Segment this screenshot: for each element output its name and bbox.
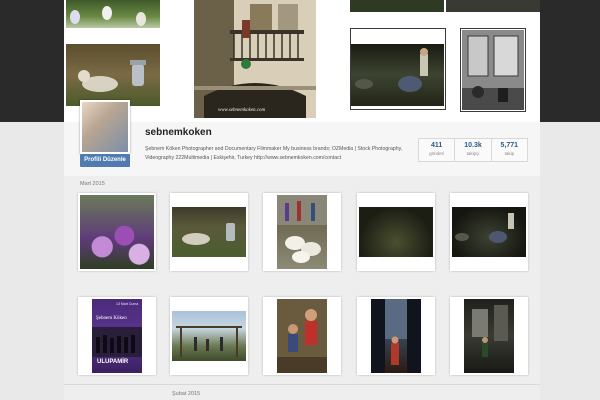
cover-frame-line xyxy=(350,28,446,110)
photo-card[interactable] xyxy=(263,193,341,271)
tulip-shape xyxy=(102,6,112,20)
balcony-illustration xyxy=(194,0,316,118)
bio-text: Şebnem Köken Photographer and Documentar… xyxy=(145,146,403,161)
avatar[interactable] xyxy=(80,100,130,154)
photo-card[interactable] xyxy=(450,193,528,271)
stat-followers[interactable]: 10.3k takipçi xyxy=(455,139,492,161)
sheep-illustration xyxy=(277,195,327,263)
photo-card[interactable] xyxy=(357,193,435,271)
doorway-illustration xyxy=(371,299,421,373)
dog-grass-illustration xyxy=(182,223,235,245)
edit-profile-button[interactable]: Profili Düzenle xyxy=(80,154,130,167)
cover-gap xyxy=(66,28,160,44)
cover-watermark: www.sebnemkoken.com xyxy=(218,108,266,113)
photo-tulips xyxy=(80,195,154,269)
cover-gap xyxy=(350,12,540,28)
profile-stats: 411 gönderi 10.3k takipçi 5,771 takip xyxy=(418,138,528,162)
poster-subtitle: ULUPAMİR xyxy=(97,359,129,365)
tulip-shape xyxy=(136,12,146,26)
cover-gap xyxy=(160,0,194,118)
cover-photo-tulips[interactable] xyxy=(66,0,160,28)
month-heading: Şubat 2015 xyxy=(172,391,201,397)
cover-photo-top-middle[interactable] xyxy=(350,0,444,12)
man-dog-small-illustration xyxy=(455,213,514,243)
photo-event-poster: 13 Mart Cuma Şebnem Köken ULUPAMİR xyxy=(92,299,142,373)
children-illustration xyxy=(277,299,327,373)
stat-posts-count: 411 xyxy=(431,142,443,149)
stat-following-count: 5,771 xyxy=(500,142,519,149)
photo-man-dog xyxy=(452,207,526,257)
stat-followers-count: 10.3k xyxy=(464,142,482,149)
section-divider xyxy=(64,384,540,385)
poster-top-text: 13 Mart Cuma xyxy=(116,302,139,306)
photo-card[interactable] xyxy=(263,297,341,375)
dog-illustration xyxy=(78,60,146,92)
photo-card[interactable]: 13 Mart Cuma Şebnem Köken ULUPAMİR xyxy=(78,297,156,375)
photo-dog-grass xyxy=(172,207,246,257)
stat-following-label: takip xyxy=(504,151,515,156)
photo-card[interactable] xyxy=(170,193,248,271)
interior-small-illustration xyxy=(472,305,508,357)
cover-photo-top-right[interactable] xyxy=(446,0,540,12)
profile-username: sebnemkoken xyxy=(145,127,212,138)
cover-gap xyxy=(316,0,350,118)
photo-card[interactable] xyxy=(78,193,156,271)
stat-posts-label: gönderi xyxy=(429,151,445,156)
photo-field-posts xyxy=(172,311,246,361)
photo-sheep xyxy=(277,195,327,269)
photo-card[interactable] xyxy=(450,297,528,375)
poster-title: Şebnem Köken xyxy=(96,316,127,321)
tulip-shape xyxy=(70,10,80,24)
cover-frame-line xyxy=(460,28,526,112)
photo-doorway xyxy=(371,299,421,373)
photo-card[interactable] xyxy=(170,297,248,375)
stat-posts[interactable]: 411 gönderi xyxy=(419,139,456,161)
profile-bio: Şebnem Köken Photographer and Documentar… xyxy=(145,145,415,162)
month-heading: Mart 2015 xyxy=(80,181,105,187)
photo-dark-field xyxy=(359,207,433,257)
cover-photo-balcony[interactable]: www.sebnemkoken.com xyxy=(194,0,316,118)
photo-children xyxy=(277,299,327,373)
stat-following[interactable]: 5,771 takip xyxy=(492,139,527,161)
poster-crowd-illustration xyxy=(92,327,142,357)
stat-followers-label: takipçi xyxy=(466,151,480,156)
photo-card[interactable] xyxy=(357,297,435,375)
cover-photo-dog-grass[interactable] xyxy=(66,44,160,106)
photo-interior xyxy=(464,299,514,373)
field-posts-illustration xyxy=(176,326,242,357)
